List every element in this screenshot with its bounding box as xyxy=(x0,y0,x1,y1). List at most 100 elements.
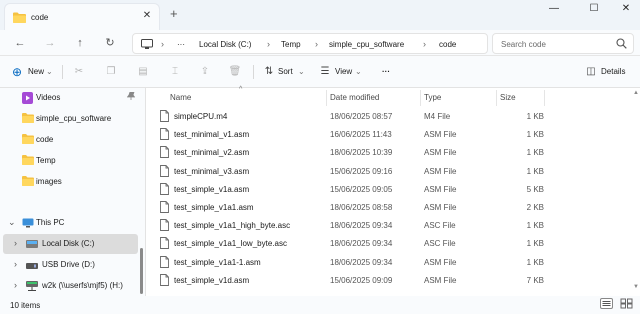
breadcrumb-temp[interactable]: Temp xyxy=(281,40,301,49)
tiles-view-icon[interactable] xyxy=(620,298,634,311)
file-size: 1 KB xyxy=(526,166,544,176)
chevron-right-icon[interactable]: › xyxy=(14,259,17,269)
file-size: 7 KB xyxy=(526,275,544,285)
breadcrumb-separator: › xyxy=(423,39,426,49)
minimize-button[interactable]: — xyxy=(540,0,568,20)
sidebar-item-simple-cpu-software[interactable]: simple_cpu_software xyxy=(0,109,140,129)
copy-icon[interactable]: ❐ xyxy=(104,65,118,79)
computer-icon xyxy=(141,39,153,52)
sidebar-item-videos[interactable]: Videos xyxy=(0,88,140,108)
sidebar-item-label: Local Disk (C:) xyxy=(42,239,95,248)
sidebar-item-label: This PC xyxy=(36,218,65,227)
file-row[interactable]: simpleCPU.m4 18/06/2025 08:57 M4 File 1 KB xyxy=(160,108,560,126)
file-size: 2 KB xyxy=(526,203,544,212)
file-row[interactable]: test_minimal_v1.asm 16/06/2025 11:43 ASM F… xyxy=(160,126,560,144)
file-row[interactable]: test_simple_v1d.asm 15/06/2025 09:09 ASM F… xyxy=(160,272,560,290)
cut-icon[interactable]: ✂ xyxy=(72,65,86,79)
sidebar-item-usb-drive[interactable]: › USB Drive (D:) xyxy=(0,255,140,275)
sidebar-item-label: Temp xyxy=(36,156,56,165)
file-type: ASM File xyxy=(424,275,457,285)
share-icon[interactable]: ⇪ xyxy=(198,65,212,79)
search-box[interactable]: Search code xyxy=(492,33,634,54)
breadcrumb-simple-cpu-software[interactable]: simple_cpu_software xyxy=(329,40,404,49)
toolbar-divider xyxy=(253,65,254,79)
column-header-type[interactable]: Type xyxy=(424,93,441,102)
sidebar-item-code[interactable]: code xyxy=(0,130,140,150)
details-pane-icon: ◫ xyxy=(586,66,596,77)
chevron-right-icon[interactable]: › xyxy=(14,238,17,248)
sidebar-item-images[interactable]: images xyxy=(0,172,140,192)
file-row[interactable]: test_simple_v1a1.asm 18/06/2025 08:58 ASM … xyxy=(160,199,560,217)
file-row[interactable]: test_simple_v1a1-1.asm 18/06/2025 09:34 AS… xyxy=(160,254,560,272)
sidebar-item-label: USB Drive (D:) xyxy=(42,260,95,269)
file-type: M4 File xyxy=(424,112,451,121)
document-icon xyxy=(160,110,169,124)
pin-icon xyxy=(126,91,136,102)
sidebar-item-temp[interactable]: Temp xyxy=(0,151,140,171)
file-name: test_simple_v1d.asm xyxy=(174,275,250,285)
network-drive-icon xyxy=(26,281,38,293)
file-name: test_simple_v1a1.asm xyxy=(174,203,254,212)
column-divider[interactable] xyxy=(496,90,497,106)
file-row[interactable]: test_minimal_v2.asm 18/06/2025 10:39 ASM F… xyxy=(160,144,560,162)
folder-icon xyxy=(22,113,34,125)
sidebar-item-this-pc[interactable]: ⌄ This PC xyxy=(0,213,140,233)
maximize-button[interactable]: ☐ xyxy=(580,0,608,20)
navigation-pane: Videos simple_cpu_software code Temp ima… xyxy=(0,88,145,296)
usb-drive-icon xyxy=(26,262,38,271)
document-icon xyxy=(160,237,169,251)
file-type: ASM File xyxy=(424,148,457,158)
close-window-button[interactable]: ✕ xyxy=(612,0,640,20)
file-date: 15/06/2025 09:09 xyxy=(330,275,393,285)
scroll-up-icon[interactable]: ▲ xyxy=(633,90,639,96)
up-button[interactable]: ↑ xyxy=(72,35,88,51)
address-bar[interactable]: › ··· Local Disk (C:) › Temp › simple_cp… xyxy=(132,33,488,54)
sidebar-item-network-drive[interactable]: › w2k (\\userfs\mjf5) (H:) xyxy=(0,276,140,296)
details-button[interactable]: Details xyxy=(601,64,625,80)
tab-code[interactable]: code ✕ xyxy=(4,3,160,30)
column-divider[interactable] xyxy=(544,90,545,106)
column-divider[interactable] xyxy=(326,90,327,106)
sidebar-item-label: w2k (\\userfs\mjf5) (H:) xyxy=(42,281,123,290)
details-view-icon[interactable] xyxy=(600,298,614,311)
file-type: ASM File xyxy=(424,130,457,140)
sort-button[interactable]: Sort xyxy=(278,64,293,80)
file-type: ASM File xyxy=(424,166,457,176)
sidebar-item-local-disk[interactable]: › Local Disk (C:) xyxy=(3,234,138,254)
paste-icon[interactable]: ▤ xyxy=(136,65,150,79)
column-header-size[interactable]: Size xyxy=(500,93,516,102)
file-row[interactable]: test_simple_v1a1_low_byte.asc 18/06/2025 … xyxy=(160,235,560,253)
file-name: test_simple_v1a1_high_byte.asc xyxy=(174,221,291,231)
file-name: test_simple_v1a.asm xyxy=(174,184,250,194)
refresh-button[interactable]: ↻ xyxy=(102,35,118,51)
file-size: 1 KB xyxy=(526,221,544,231)
breadcrumb-local-disk[interactable]: Local Disk (C:) xyxy=(199,40,251,49)
delete-icon[interactable]: 🗑 xyxy=(228,65,242,79)
column-header-name[interactable]: Name xyxy=(170,93,191,102)
see-more-button[interactable]: ··· xyxy=(382,64,390,80)
scroll-down-icon[interactable]: ▼ xyxy=(633,284,639,290)
forward-button[interactable]: → xyxy=(42,35,58,51)
sidebar-scrollbar[interactable] xyxy=(140,248,143,294)
file-list-scrollbar[interactable]: ▲ ▼ xyxy=(632,88,640,296)
breadcrumb-code[interactable]: code xyxy=(439,40,456,49)
rename-icon[interactable]: ⌶ xyxy=(168,65,182,79)
column-divider[interactable] xyxy=(420,90,421,106)
breadcrumb-more[interactable]: ··· xyxy=(177,40,185,49)
breadcrumb-separator: › xyxy=(267,39,270,49)
new-button[interactable]: New xyxy=(28,64,44,80)
toolbar-divider xyxy=(62,65,63,79)
file-row[interactable]: test_minimal_v3.asm 15/06/2025 09:16 ASM F… xyxy=(160,163,560,181)
chevron-right-icon[interactable]: › xyxy=(14,280,17,290)
chevron-down-icon[interactable]: ⌄ xyxy=(8,217,16,228)
file-row[interactable]: test_simple_v1a1_high_byte.asc 18/06/2025… xyxy=(160,217,560,235)
search-input[interactable]: Search code xyxy=(501,40,546,49)
drive-icon xyxy=(26,240,38,250)
document-icon xyxy=(160,255,169,270)
view-button[interactable]: View xyxy=(335,64,352,80)
back-button[interactable]: ← xyxy=(12,35,28,51)
file-row[interactable]: test_simple_v1a.asm 15/06/2025 09:05 ASM F… xyxy=(160,181,560,199)
close-tab-icon[interactable]: ✕ xyxy=(141,10,153,22)
new-tab-button[interactable]: + xyxy=(170,7,178,20)
column-header-date[interactable]: Date modified xyxy=(330,93,379,102)
